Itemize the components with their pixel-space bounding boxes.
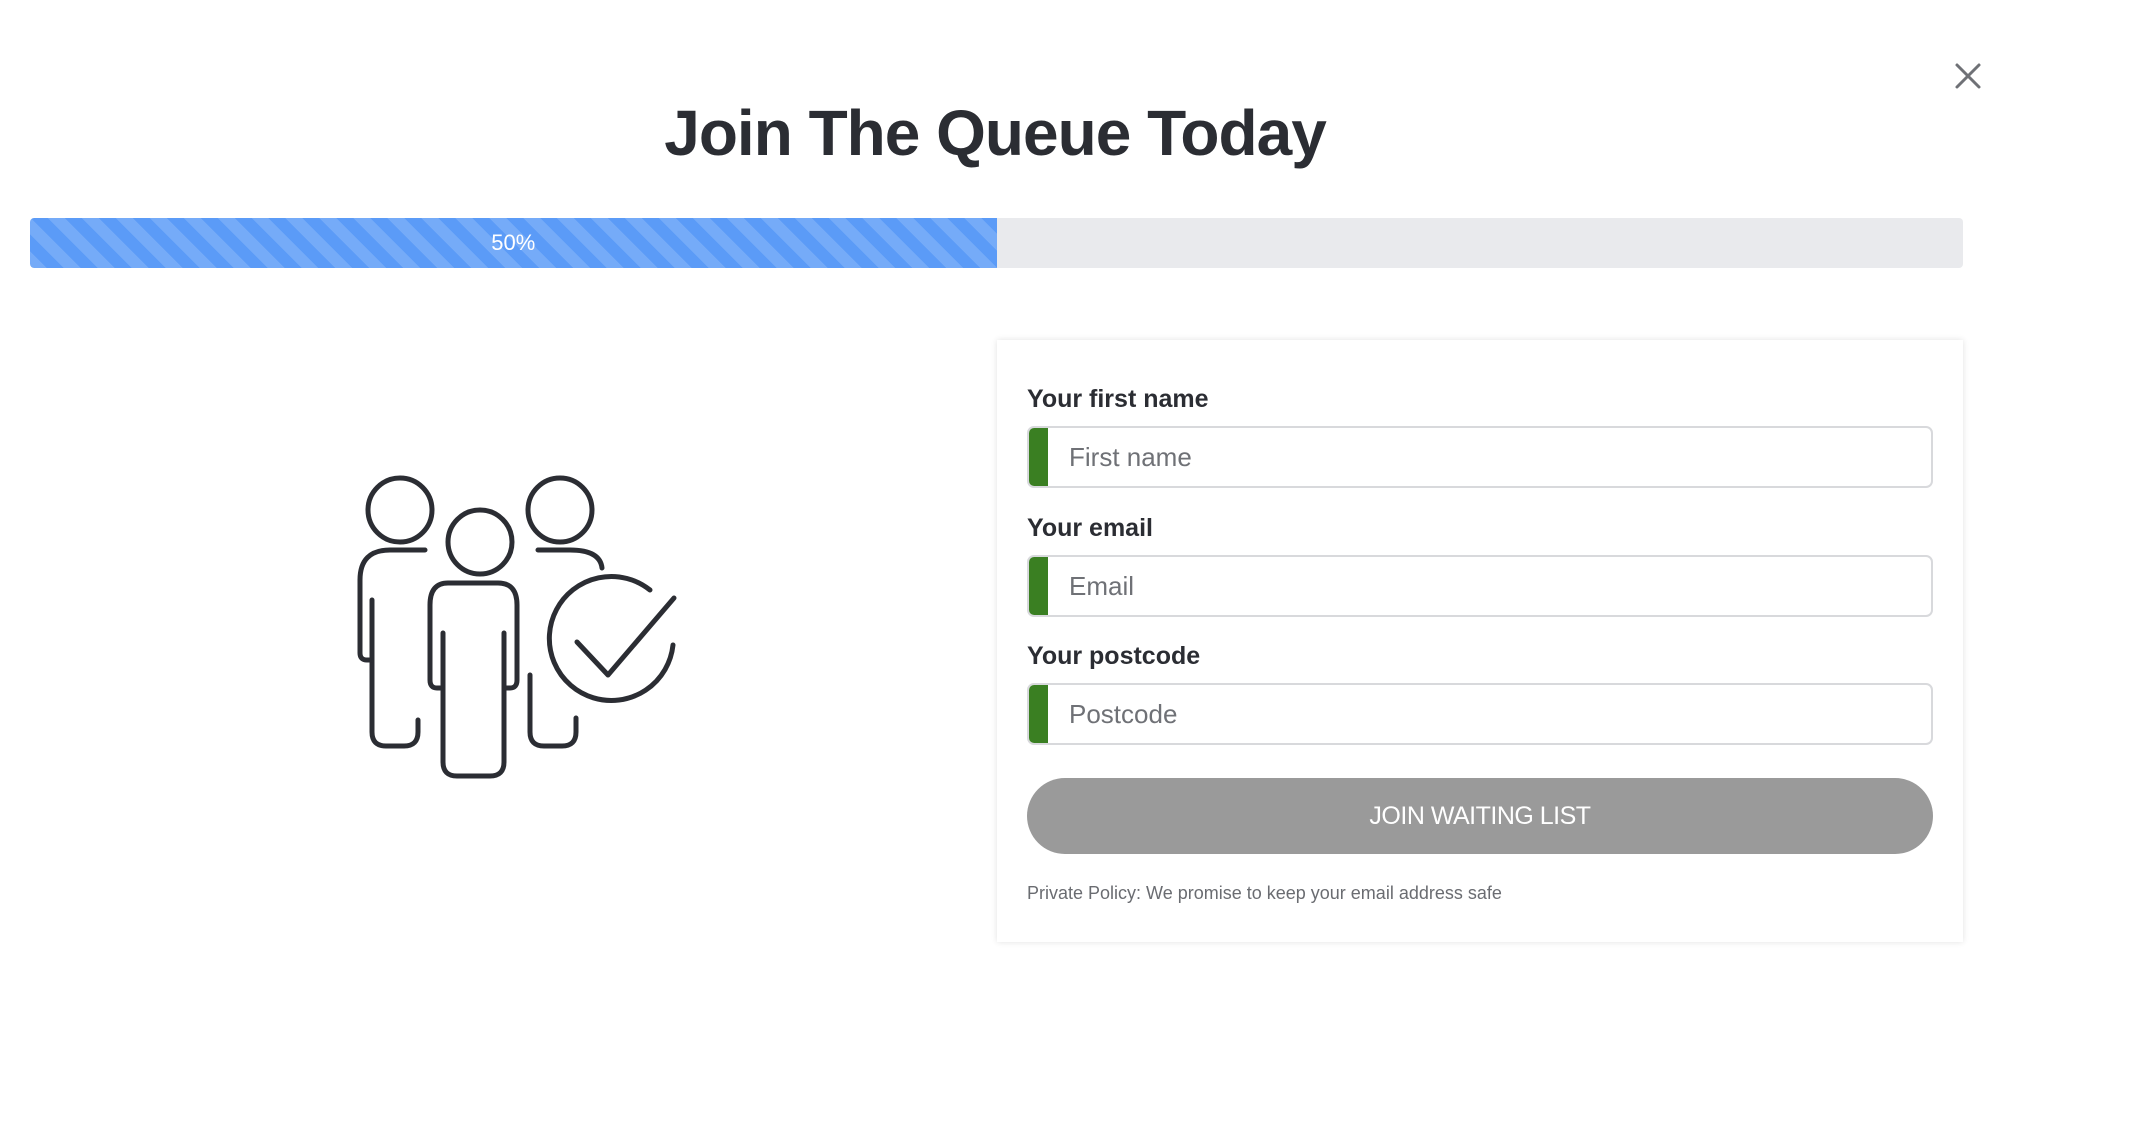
- email-accent: [1029, 557, 1048, 615]
- postcode-accent: [1029, 685, 1048, 743]
- signup-form-card: Your first name Your email Your postcode…: [997, 340, 1963, 942]
- first-name-input[interactable]: [1048, 428, 1931, 486]
- close-button[interactable]: [1948, 56, 1988, 96]
- first-name-accent: [1029, 428, 1048, 486]
- group-users-check-icon: [340, 470, 690, 790]
- postcode-input[interactable]: [1048, 685, 1931, 743]
- join-waiting-list-button[interactable]: JOIN WAITING LIST: [1027, 778, 1933, 854]
- privacy-policy-text: Private Policy: We promise to keep your …: [1027, 883, 1502, 903]
- email-label: Your email: [1027, 514, 1153, 542]
- postcode-field: [1027, 683, 1933, 745]
- join-queue-modal: Join The Queue Today 50% Your first name…: [0, 0, 2154, 1133]
- email-input[interactable]: [1048, 557, 1931, 615]
- postcode-label: Your postcode: [1027, 642, 1201, 670]
- progress-label: 50%: [491, 230, 536, 255]
- first-name-field: [1027, 426, 1933, 488]
- first-name-label: Your first name: [1027, 385, 1209, 413]
- close-icon: [1955, 63, 1981, 89]
- progress-fill: 50%: [30, 218, 997, 268]
- email-field: [1027, 555, 1933, 617]
- page-title: Join The Queue Today: [664, 97, 1327, 169]
- progress-bar: 50%: [30, 218, 1963, 268]
